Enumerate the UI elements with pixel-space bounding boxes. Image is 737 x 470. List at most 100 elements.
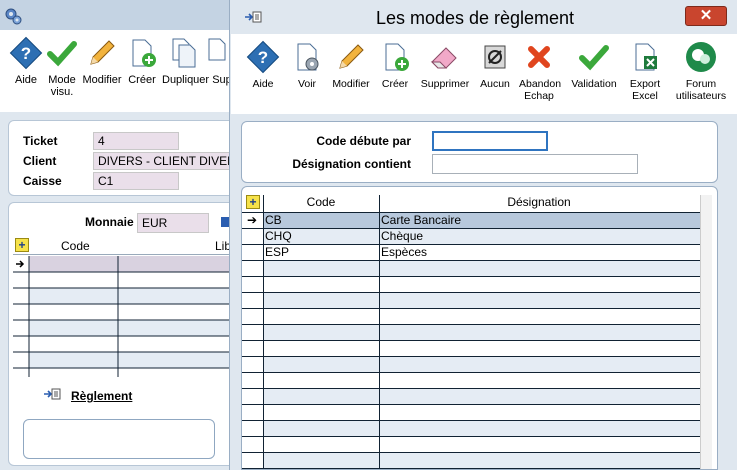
table-row[interactable]: CHQ Chèque [242, 228, 712, 244]
none-icon [484, 45, 506, 69]
table-row[interactable] [242, 388, 712, 404]
grid-row-line [242, 308, 712, 309]
designation-cell: Carte Bancaire [381, 213, 462, 227]
background-titlebar [0, 0, 240, 30]
table-row[interactable] [242, 420, 712, 436]
eraser-icon [430, 47, 457, 69]
delete-button[interactable]: Supprimer [419, 40, 471, 90]
cancel-label: Abandon Echap [519, 78, 562, 102]
reglement-panel: Monnaie EUR + Code Lib Règlement [8, 202, 249, 466]
designation-column-header[interactable]: Désignation [379, 193, 699, 211]
close-button[interactable]: ✕ [685, 6, 727, 26]
designation-filter-input[interactable] [432, 154, 638, 174]
reglement-icon [43, 387, 61, 404]
table-row[interactable] [242, 340, 712, 356]
dialog-toolbar: ? Aide Voir Modifier Créer Supprimer Auc… [231, 34, 737, 114]
caisse-value: C1 [93, 172, 179, 190]
bg-duplicate-button[interactable]: Dupliquer [162, 36, 210, 86]
client-value: DIVERS - CLIENT DIVERS [93, 152, 243, 170]
pencil-icon [90, 40, 115, 65]
grid-row-line [242, 244, 712, 245]
excel-icon [635, 43, 657, 71]
grid-row-line [242, 420, 712, 421]
table-row[interactable] [242, 260, 712, 276]
cancel-button[interactable]: Abandon Echap [517, 40, 561, 102]
none-label: Aucun [480, 78, 510, 90]
background-grid: + Code Lib [13, 237, 249, 377]
designation-cell: Chèque [381, 229, 424, 243]
table-row[interactable]: ➔ CB Carte Bancaire [242, 212, 712, 228]
bg-mode-visu-button[interactable]: Mode visu. [40, 36, 84, 98]
forum-button[interactable]: Forum utilisateurs [671, 40, 731, 102]
dialog-title: Les modes de règlement [375, 8, 575, 28]
grid-scrollbar[interactable] [700, 195, 712, 469]
modes-grid: + Code Désignation ➔ CB Carte Bancaire CHQ C… [241, 186, 718, 470]
grid-row-line [242, 340, 712, 341]
bg-duplicate-label: Dupliquer [162, 74, 210, 86]
table-row[interactable] [242, 356, 712, 372]
delete-label: Supprimer [420, 78, 470, 90]
reglement-box [23, 419, 215, 459]
help-button[interactable]: ? Aide [241, 40, 285, 90]
bg-modify-label: Modifier [82, 74, 122, 86]
export-excel-button[interactable]: Export Excel [623, 40, 667, 102]
forum-label: Forum utilisateurs [675, 78, 727, 102]
bg-modify-button[interactable]: Modifier [80, 36, 124, 86]
monnaie-value[interactable]: EUR [137, 213, 209, 233]
create-button[interactable]: Créer [373, 40, 417, 90]
table-row[interactable] [242, 404, 712, 420]
grid-row-line [242, 404, 712, 405]
view-icon [297, 43, 319, 71]
code-filter-label: Code débute par [316, 134, 411, 148]
table-row[interactable] [242, 292, 712, 308]
grid-row-line [242, 228, 712, 229]
help-icon: ? [246, 40, 280, 74]
ticket-value: 4 [93, 132, 179, 150]
code-column-header[interactable]: Code [263, 193, 379, 211]
grid-row-line [242, 436, 712, 437]
grid-column-line [379, 195, 380, 469]
code-cell: CHQ [265, 229, 292, 243]
table-row[interactable] [242, 436, 712, 452]
table-row[interactable] [242, 324, 712, 340]
close-icon: ✕ [699, 7, 713, 24]
grid-row-line [242, 260, 712, 261]
view-button[interactable]: Voir [285, 40, 329, 90]
caisse-label: Caisse [23, 174, 62, 188]
check-icon [47, 41, 77, 67]
grid-row-line [242, 388, 712, 389]
code-filter-input[interactable] [432, 131, 548, 151]
reglement-link[interactable]: Règlement [71, 389, 132, 403]
svg-text:?: ? [258, 48, 268, 67]
modify-button[interactable]: Modifier [329, 40, 373, 90]
table-row[interactable] [242, 452, 712, 468]
designation-filter-label: Désignation contient [292, 157, 411, 171]
help-icon: ? [9, 36, 43, 70]
client-label: Client [23, 154, 57, 168]
view-label: Voir [297, 78, 317, 90]
validation-button[interactable]: Validation [567, 40, 621, 90]
none-button[interactable]: Aucun [475, 40, 515, 90]
monnaie-label: Monnaie [85, 215, 134, 229]
pencil-icon [339, 44, 364, 69]
table-row[interactable] [242, 308, 712, 324]
duplicate-icon [172, 38, 196, 68]
create-label: Créer [381, 78, 409, 90]
check-icon [579, 45, 609, 71]
cancel-icon [528, 46, 550, 68]
grid-row-line [242, 212, 712, 213]
code-cell: ESP [265, 245, 290, 259]
table-row[interactable] [242, 372, 712, 388]
designation-cell: Espèces [381, 245, 428, 259]
table-row[interactable] [242, 276, 712, 292]
background-toolbar: ? Aide Mode visu. Modifier Créer Dupliqu… [0, 30, 240, 112]
bg-mode-visu-label: Mode visu. [48, 74, 76, 98]
add-row-icon[interactable]: + [246, 195, 260, 209]
forum-icon [686, 42, 716, 72]
background-window: ? Aide Mode visu. Modifier Créer Dupliqu… [0, 0, 249, 470]
code-cell: CB [265, 213, 282, 227]
row-pointer-icon: ➔ [247, 213, 258, 227]
table-row[interactable]: ESP Espèces [242, 244, 712, 260]
bg-create-button[interactable]: Créer [120, 36, 164, 86]
grid-header: + Code Désignation [242, 193, 712, 211]
